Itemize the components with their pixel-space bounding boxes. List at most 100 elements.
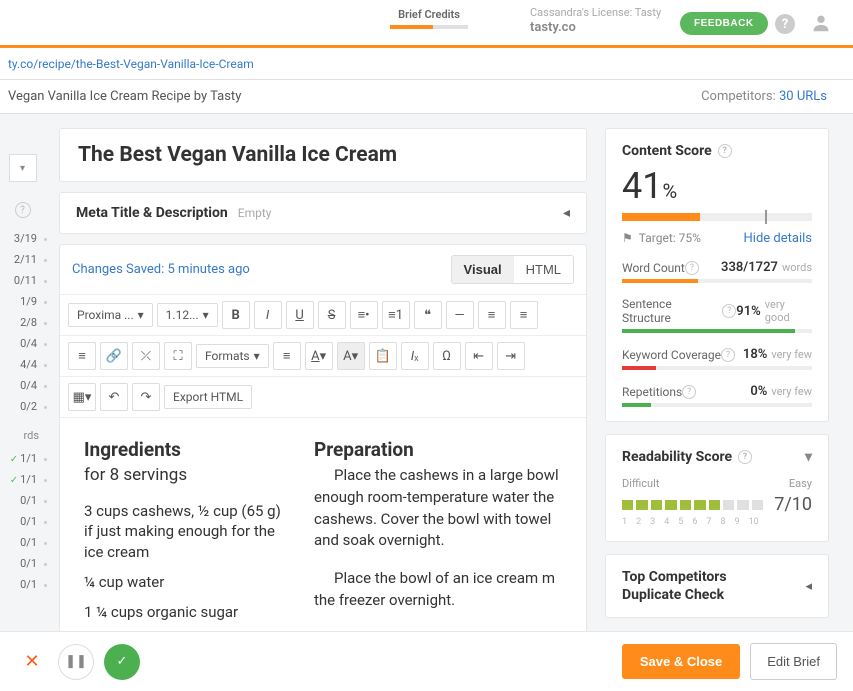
left-stat: 0/1	[0, 557, 45, 570]
align-center-icon[interactable]: ≡	[510, 301, 538, 329]
indent-icon[interactable]: ⇥	[497, 342, 525, 370]
brief-credits: Brief Credits	[390, 8, 468, 29]
paste-icon[interactable]: 📋	[369, 342, 397, 370]
align-right-icon[interactable]: ≡	[68, 342, 96, 370]
left-label: rds	[0, 429, 45, 442]
help-icon[interactable]: ?	[682, 385, 696, 399]
main: ▾ ? 3/19 2/11 0/11 1/9 2/8 0/4 4/4 0/4 0…	[0, 114, 853, 657]
html-tab[interactable]: HTML	[514, 256, 573, 283]
page-subtitle: Vegan Vanilla Ice Cream Recipe by Tasty	[8, 89, 241, 104]
left-stat: 0/4	[0, 379, 45, 392]
metric-sentence-structure: Sentence Structure ? 91% very good	[622, 297, 812, 333]
left-stat: 1/1	[0, 452, 45, 465]
ingredient-item: 3 cups cashews, ½ cup (65 g) if just mak…	[84, 501, 284, 562]
content-score-panel: Content Score? 41% ⚑ Target: 75% Hide de…	[605, 128, 829, 422]
license-site: tasty.co	[530, 20, 661, 37]
bullet-list-icon[interactable]: ≡•	[350, 301, 378, 329]
close-icon[interactable]: ✕	[16, 646, 48, 678]
prep-step: Place the bowl of an ice cream m the fre…	[314, 568, 562, 612]
italic-icon[interactable]: I	[254, 301, 282, 329]
formats-select[interactable]: Formats ▾	[196, 344, 269, 368]
brief-credits-label: Brief Credits	[390, 8, 468, 21]
left-help-icon[interactable]: ?	[15, 202, 31, 218]
visual-tab[interactable]: Visual	[452, 256, 514, 283]
unlink-icon[interactable]: ⤫	[132, 342, 160, 370]
export-html-button[interactable]: Export HTML	[164, 385, 252, 409]
quote-icon[interactable]: ❝	[414, 301, 442, 329]
license-info[interactable]: Cassandra's License: Tasty tasty.co	[530, 6, 661, 37]
servings: for 8 servings	[84, 465, 284, 485]
help-icon[interactable]: ?	[775, 14, 795, 34]
fullscreen-icon[interactable]: ⛶	[164, 342, 192, 370]
competitors-panel[interactable]: Top Competitors Duplicate Check ◂	[605, 554, 829, 618]
left-stat: 0/1	[0, 578, 45, 591]
help-icon[interactable]: ?	[722, 304, 736, 318]
editor-body[interactable]: Ingredients for 8 servings 3 cups cashew…	[60, 418, 586, 648]
align-left-icon[interactable]: ≡	[478, 301, 506, 329]
readability-numbers: 12345678910	[622, 517, 812, 527]
chevron-down-icon[interactable]: ▾	[805, 449, 812, 465]
align-justify-icon[interactable]: ≡	[273, 342, 301, 370]
clear-format-icon[interactable]: Iₓ	[401, 342, 429, 370]
play-button[interactable]: ✓	[104, 644, 140, 680]
chevron-left-icon: ◂	[805, 579, 812, 594]
url-bar: ty.co/recipe/the-Best-Vegan-Vanilla-Ice-…	[0, 48, 853, 80]
hide-details-link[interactable]: Hide details	[744, 231, 812, 246]
changes-saved: Changes Saved: 5 minutes ago	[72, 262, 250, 277]
save-close-button[interactable]: Save & Close	[622, 644, 740, 679]
help-icon[interactable]: ?	[738, 450, 752, 464]
meta-card[interactable]: Meta Title & Description Empty ◂	[59, 192, 587, 234]
redo-icon[interactable]: ↷	[132, 383, 160, 411]
bg-color-icon[interactable]: A▾	[337, 342, 365, 370]
strikethrough-icon[interactable]: S	[318, 301, 346, 329]
prep-step: Place the cashews in a large bowl enough…	[314, 465, 562, 552]
numbered-list-icon[interactable]: ≡1	[382, 301, 410, 329]
help-icon[interactable]: ?	[721, 348, 735, 362]
meta-status: Empty	[238, 206, 272, 220]
hr-icon[interactable]: —	[446, 301, 474, 329]
size-select[interactable]: 1.12... ▾	[157, 303, 218, 327]
left-stat: 1/1	[0, 473, 45, 486]
title-card[interactable]: The Best Vegan Vanilla Ice Cream	[59, 128, 587, 182]
content-score-bar	[622, 213, 812, 221]
font-select[interactable]: Proxima ... ▾	[68, 303, 153, 327]
preparation-column: Preparation Place the cashews in a large…	[314, 438, 562, 628]
undo-icon[interactable]: ↶	[100, 383, 128, 411]
outdent-icon[interactable]: ⇤	[465, 342, 493, 370]
left-stat: 0/2	[0, 400, 45, 413]
omega-icon[interactable]: Ω	[433, 342, 461, 370]
underline-icon[interactable]: U	[286, 301, 314, 329]
user-icon[interactable]	[810, 12, 832, 38]
edit-brief-button[interactable]: Edit Brief	[750, 643, 837, 680]
help-icon[interactable]: ?	[718, 144, 732, 158]
table-icon[interactable]: ▦▾	[68, 383, 96, 411]
content-score-value: 41%	[622, 165, 812, 207]
left-dropdown[interactable]: ▾	[9, 154, 37, 182]
bold-icon[interactable]: B	[222, 301, 250, 329]
flag-icon: ⚑	[622, 231, 633, 246]
editor-card: Changes Saved: 5 minutes ago Visual HTML…	[59, 244, 587, 649]
help-icon[interactable]: ?	[685, 261, 699, 275]
text-color-icon[interactable]: A▾	[305, 342, 333, 370]
left-stat: 0/1	[0, 515, 45, 528]
left-stat: 4/4	[0, 358, 45, 371]
metric-word-count: Word Count ? 338/1727 words	[622, 260, 812, 283]
pause-button[interactable]: ❚❚	[58, 644, 94, 680]
page-title: The Best Vegan Vanilla Ice Cream	[78, 143, 568, 167]
content-score-title: Content Score?	[622, 143, 812, 159]
readability-panel: Readability Score? ▾ DifficultEasy 7/10 …	[605, 434, 829, 542]
left-stat: 2/8	[0, 316, 45, 329]
toolbar-row3: ▦▾ ↶ ↷ Export HTML	[60, 377, 586, 418]
link-icon[interactable]: 🔗	[100, 342, 128, 370]
left-stat: 2/11	[0, 253, 45, 266]
view-toggle: Visual HTML	[451, 255, 574, 284]
ingredients-column: Ingredients for 8 servings 3 cups cashew…	[84, 438, 284, 628]
right-column: Content Score? 41% ⚑ Target: 75% Hide de…	[595, 114, 843, 657]
feedback-button[interactable]: FEEDBACK	[680, 12, 768, 35]
competitors-link[interactable]: 30 URLs	[779, 89, 827, 104]
left-stat: 0/4	[0, 337, 45, 350]
readability-score: 7/10	[774, 494, 812, 515]
toolbar-row2: ≡ 🔗 ⤫ ⛶ Formats ▾ ≡ A▾ A▾ 📋 Iₓ Ω ⇤ ⇥	[60, 336, 586, 377]
metric-keyword-coverage: Keyword Coverage ? 18% very few	[622, 347, 812, 370]
left-stat: 1/9	[0, 295, 45, 308]
